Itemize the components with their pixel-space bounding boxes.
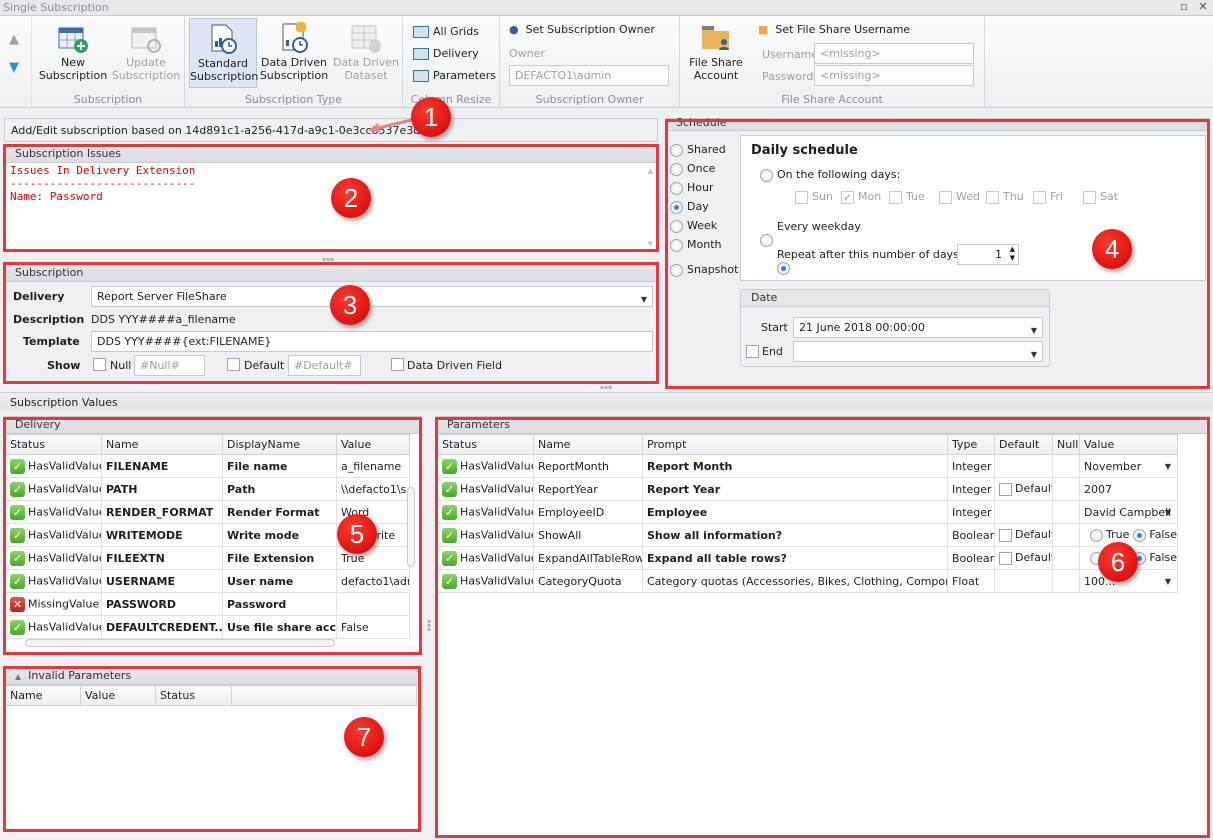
- new-subscription-button[interactable]: New Subscription: [36, 18, 110, 88]
- annotation-box-6: [435, 417, 1210, 838]
- set-username-label: Set File Share Username: [775, 23, 911, 36]
- set-owner-button[interactable]: ● Set Subscription Owner: [509, 23, 655, 36]
- resize-all-grids-label: All Grids: [433, 25, 479, 38]
- update-subscription-label: Update Subscription: [111, 56, 181, 82]
- column-resize-group: All Grids Delivery Parameters Column Res…: [403, 16, 500, 108]
- column-resize-icon: [413, 70, 429, 82]
- splitter-handle[interactable]: ▪▪▪: [600, 384, 612, 391]
- calendar-add-icon: [57, 22, 89, 54]
- dataset-icon: [350, 22, 382, 54]
- annotation-box-3: [3, 262, 659, 384]
- annotation-marker-1: 1: [411, 97, 451, 137]
- resize-parameters-button[interactable]: Parameters: [411, 66, 496, 86]
- file-share-account-button[interactable]: File Share Account: [684, 18, 748, 88]
- set-file-share-username-button[interactable]: ■ Set File Share Username: [758, 23, 910, 36]
- file-share-group-label: File Share Account: [781, 93, 883, 106]
- update-subscription-button[interactable]: Update Subscription: [110, 18, 182, 88]
- resize-delivery-label: Delivery: [433, 47, 479, 60]
- annotation-marker-5: 5: [337, 514, 377, 554]
- annotation-marker-2: 2: [331, 178, 371, 218]
- arrow-up-icon[interactable]: ▲: [9, 32, 19, 47]
- annotation-marker-6: 6: [1098, 542, 1138, 582]
- standard-subscription-label: Standard Subscription: [190, 57, 259, 83]
- username-input[interactable]: <missing>: [814, 43, 974, 64]
- subscription-values-title: Subscription Values: [10, 396, 118, 409]
- subscription-owner-group: ● Set Subscription Owner Owner DEFACTO1\…: [500, 16, 680, 108]
- folder-icon: ■: [758, 23, 769, 36]
- resize-parameters-label: Parameters: [433, 69, 496, 82]
- arrow-down-icon[interactable]: ▼: [9, 60, 19, 75]
- ribbon: ▲ ▼ New Subscription Update Subscription…: [0, 16, 1213, 108]
- data-driven-subscription-label: Data Driven Subscription: [259, 56, 329, 82]
- data-driven-dataset-button[interactable]: Data Driven Dataset: [331, 18, 401, 88]
- close-icon[interactable]: ✕: [1196, 0, 1210, 14]
- maximize-icon[interactable]: ▫: [1177, 0, 1191, 14]
- subscription-values-header: Subscription Values: [0, 392, 1213, 410]
- calendar-refresh-icon: [130, 22, 162, 54]
- password-label: Password: [762, 70, 814, 83]
- title-bar: Single Subscription ▫ ✕: [0, 0, 1213, 16]
- splitter-handle[interactable]: ▪▪▪: [322, 256, 334, 263]
- annotation-marker-4: 4: [1092, 229, 1132, 269]
- annotation-marker-7: 7: [344, 717, 384, 757]
- resize-all-grids-button[interactable]: All Grids: [411, 22, 479, 42]
- subscription-group: New Subscription Update Subscription Sub…: [32, 16, 185, 108]
- user-icon: ●: [509, 23, 519, 36]
- data-driven-dataset-label: Data Driven Dataset: [332, 56, 400, 82]
- column-resize-icon: [413, 48, 429, 60]
- vertical-splitter-handle[interactable]: ▪ ▪ ▪: [427, 619, 431, 633]
- username-label: Username: [762, 48, 819, 61]
- folder-user-icon: [700, 22, 732, 54]
- subscription-type-group: Standard Subscription Data Driven Subscr…: [185, 16, 403, 108]
- subscription-type-group-label: Subscription Type: [244, 93, 343, 106]
- subscription-owner-group-label: Subscription Owner: [535, 93, 644, 106]
- window-title: Single Subscription: [3, 1, 109, 14]
- data-driven-subscription-button[interactable]: Data Driven Subscription: [259, 18, 329, 88]
- info-text: Add/Edit subscription based on 14d891c1-…: [11, 124, 421, 137]
- password-input[interactable]: <missing>: [814, 65, 974, 86]
- owner-input[interactable]: DEFACTO1\admin: [509, 65, 669, 86]
- standard-subscription-button[interactable]: Standard Subscription: [189, 18, 259, 88]
- info-bar: Add/Edit subscription based on 14d891c1-…: [4, 118, 658, 142]
- owner-label: Owner: [509, 47, 545, 60]
- subscription-group-label: Subscription: [73, 93, 143, 106]
- column-resize-icon: [413, 26, 429, 38]
- new-subscription-label: New Subscription: [38, 56, 108, 82]
- resize-delivery-button[interactable]: Delivery: [411, 44, 479, 64]
- file-share-account-label: File Share Account: [689, 56, 743, 82]
- set-owner-label: Set Subscription Owner: [525, 23, 655, 36]
- annotation-marker-3: 3: [330, 285, 370, 325]
- data-report-clock-icon: [278, 22, 310, 54]
- file-share-group: File Share Account ■ Set File Share User…: [680, 16, 985, 108]
- report-clock-icon: [207, 23, 239, 55]
